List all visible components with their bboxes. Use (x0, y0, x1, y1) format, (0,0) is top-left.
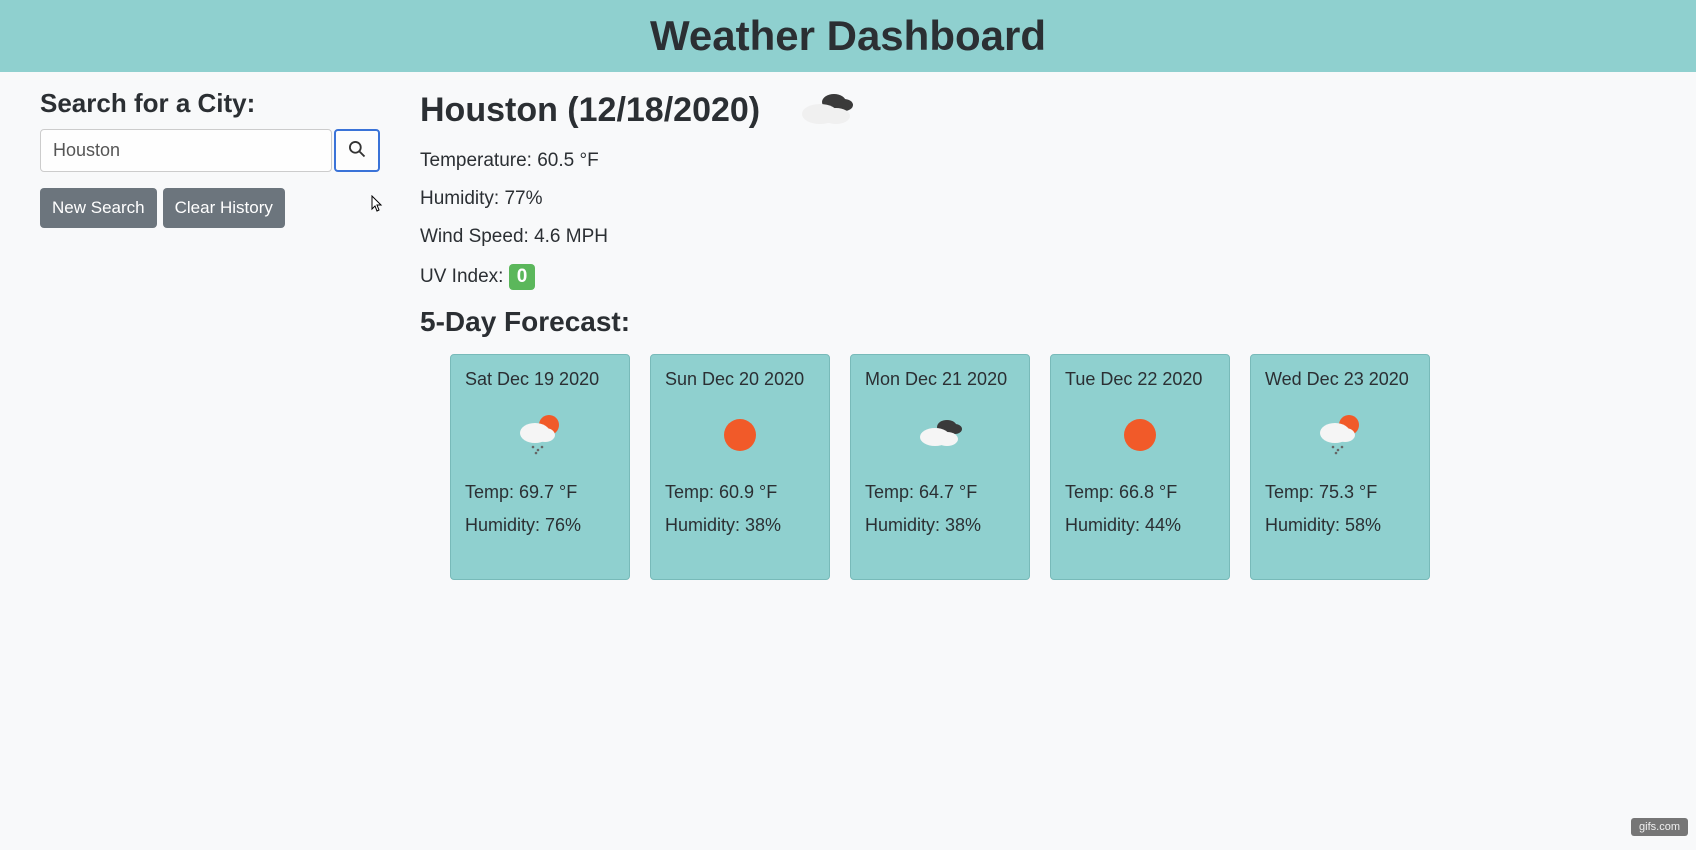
sidebar: Search for a City: New Search Clear Hist… (40, 88, 380, 580)
forecast-title: 5-Day Forecast: (420, 306, 1656, 338)
forecast-card: Sat Dec 19 2020 Temp: 69.7 °F Humidity: … (450, 354, 630, 580)
forecast-temp: Temp: 66.8 °F (1065, 482, 1215, 503)
sunny-icon (1065, 408, 1215, 462)
search-heading: Search for a City: (40, 88, 380, 119)
humidity-stat: Humidity: 77% (420, 188, 1656, 210)
clear-history-button[interactable]: Clear History (163, 188, 285, 228)
partly-showers-icon (1265, 408, 1415, 462)
city-date-label: Houston (12/18/2020) (420, 91, 760, 130)
search-row (40, 129, 380, 172)
city-title-row: Houston (12/18/2020) (420, 88, 1656, 132)
forecast-date: Wed Dec 23 2020 (1265, 369, 1415, 390)
forecast-humidity: Humidity: 44% (1065, 515, 1215, 536)
uv-stat: UV Index: 0 (420, 264, 1656, 290)
forecast-humidity: Humidity: 76% (465, 515, 615, 536)
page-title: Weather Dashboard (0, 12, 1696, 60)
forecast-temp: Temp: 60.9 °F (665, 482, 815, 503)
new-search-button[interactable]: New Search (40, 188, 157, 228)
watermark: gifs.com (1631, 818, 1688, 836)
overcast-icon (796, 88, 860, 132)
forecast-card: Sun Dec 20 2020 Temp: 60.9 °F Humidity: … (650, 354, 830, 580)
main-container: Search for a City: New Search Clear Hist… (0, 72, 1696, 596)
wind-stat: Wind Speed: 4.6 MPH (420, 226, 1656, 248)
forecast-row: Sat Dec 19 2020 Temp: 69.7 °F Humidity: … (420, 354, 1656, 580)
partly-showers-icon (465, 408, 615, 462)
forecast-card: Tue Dec 22 2020 Temp: 66.8 °F Humidity: … (1050, 354, 1230, 580)
temperature-stat: Temperature: 60.5 °F (420, 150, 1656, 172)
uv-badge: 0 (509, 264, 536, 290)
button-row: New Search Clear History (40, 188, 380, 228)
forecast-date: Mon Dec 21 2020 (865, 369, 1015, 390)
search-button[interactable] (334, 129, 380, 172)
forecast-humidity: Humidity: 38% (865, 515, 1015, 536)
forecast-date: Sat Dec 19 2020 (465, 369, 615, 390)
forecast-temp: Temp: 64.7 °F (865, 482, 1015, 503)
forecast-date: Sun Dec 20 2020 (665, 369, 815, 390)
search-input[interactable] (40, 129, 332, 172)
forecast-card: Wed Dec 23 2020 Temp: 75.3 °F Humidity: … (1250, 354, 1430, 580)
app-header: Weather Dashboard (0, 0, 1696, 72)
uv-prefix: UV Index: (420, 266, 509, 287)
main-content: Houston (12/18/2020) Temperature: 60.5 °… (420, 88, 1656, 580)
sunny-icon (665, 408, 815, 462)
forecast-temp: Temp: 69.7 °F (465, 482, 615, 503)
forecast-card: Mon Dec 21 2020 Temp: 64.7 °F Humidity: … (850, 354, 1030, 580)
forecast-temp: Temp: 75.3 °F (1265, 482, 1415, 503)
forecast-humidity: Humidity: 38% (665, 515, 815, 536)
cloudy-icon (865, 408, 1015, 462)
search-icon (347, 139, 367, 162)
forecast-date: Tue Dec 22 2020 (1065, 369, 1215, 390)
forecast-humidity: Humidity: 58% (1265, 515, 1415, 536)
